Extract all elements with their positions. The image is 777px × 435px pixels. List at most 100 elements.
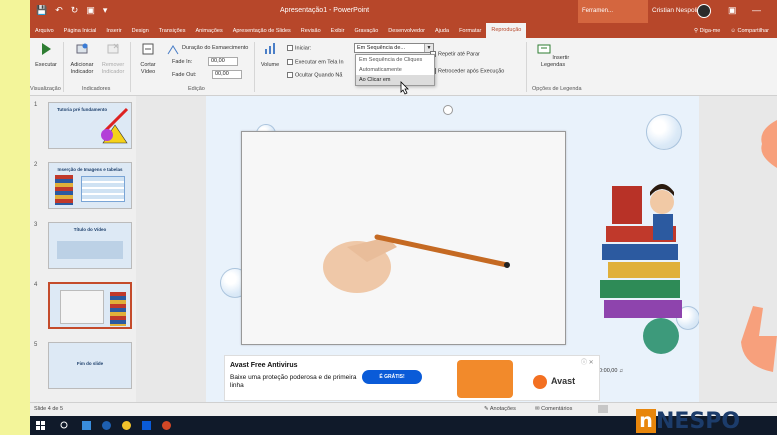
start-select-value: Em Sequência de... — [357, 45, 406, 51]
group-bookmarks-label: Indicadores — [82, 86, 111, 92]
ad-banner[interactable]: Avast Free Antivirus Baixe uma proteção … — [224, 355, 600, 401]
remove-bookmark-button[interactable]: Remover Indicador — [98, 42, 128, 76]
start-presentation-icon[interactable]: ▣ — [86, 5, 95, 16]
tab-playback[interactable]: Reprodução — [486, 23, 527, 38]
option-automatically[interactable]: Automaticamente — [356, 65, 434, 75]
books-illustration — [600, 184, 682, 318]
undo-icon[interactable]: ↶ — [55, 5, 63, 16]
slide-number: 4 — [34, 282, 38, 288]
save-icon[interactable]: 💾 — [36, 5, 47, 16]
search-icon[interactable] — [60, 421, 69, 430]
tab-review[interactable]: Revisão — [296, 28, 326, 34]
video-frame[interactable] — [241, 131, 566, 345]
start-checkbox[interactable] — [287, 45, 293, 51]
store-icon[interactable] — [142, 421, 151, 430]
tab-help[interactable]: Ajuda — [430, 28, 454, 34]
decoration-graphic — [761, 120, 777, 168]
slide-thumbnail-2[interactable]: Inserção de Imagens e tabelas — [48, 162, 132, 209]
volume-icon — [265, 43, 275, 54]
tab-animations[interactable]: Animações — [190, 28, 227, 34]
tab-recording[interactable]: Gravação — [349, 28, 383, 34]
group-editing-label: Edição — [188, 86, 205, 92]
books-graphic — [55, 175, 73, 205]
slide-thumbnail-title: Fim do slide — [76, 361, 104, 366]
slide-number: 2 — [34, 162, 38, 168]
slide-count: Slide 4 de 5 — [34, 406, 64, 412]
redo-icon[interactable]: ↻ — [71, 5, 79, 16]
slide-thumbnail-4[interactable] — [48, 282, 132, 329]
fade-duration-label: Duração do Esmaecimento — [182, 45, 249, 51]
option-when-clicked-on[interactable]: Ao Clicar em — [356, 75, 434, 85]
watermark-letter: n — [636, 409, 656, 433]
trim-video-button[interactable]: Cortar Vídeo — [133, 42, 163, 76]
menu-bar: Arquivo Página Inicial Inserir Design Tr… — [30, 23, 777, 38]
comments-button[interactable]: ✉ Comentários — [535, 406, 572, 412]
table-graphic — [81, 176, 125, 202]
rotate-handle-icon[interactable] — [443, 105, 453, 115]
loop-label: Repetir até Parar — [438, 51, 480, 58]
fullscreen-row[interactable]: Executar em Tela In — [287, 59, 344, 65]
tab-developer[interactable]: Desenvolvedor — [383, 28, 430, 34]
remove-bookmark-icon — [107, 43, 119, 54]
captions-icon — [537, 44, 551, 54]
tab-design[interactable]: Design — [127, 28, 154, 34]
trim-video-label: Cortar Vídeo — [140, 62, 156, 75]
tab-view[interactable]: Exibir — [326, 28, 350, 34]
ad-close-icon[interactable]: ⓘ ✕ — [581, 357, 594, 366]
fade-in-label: Fade In: — [172, 59, 193, 65]
ad-cta-button[interactable]: É GRÁTIS! — [362, 370, 422, 384]
notes-button[interactable]: ✎ Anotações — [484, 406, 516, 412]
hide-row[interactable]: Ocultar Quando Nã — [287, 72, 342, 78]
powerpoint-icon[interactable] — [162, 421, 171, 430]
normal-view-icon[interactable] — [598, 405, 608, 413]
slide-number: 5 — [34, 342, 38, 348]
hide-checkbox[interactable] — [287, 72, 293, 78]
task-view-icon[interactable] — [82, 421, 91, 430]
rewind-row[interactable]: Retroceder após Execução — [430, 68, 504, 74]
insert-captions-button[interactable]: Insertir Legendas — [530, 42, 576, 69]
avatar[interactable] — [697, 4, 711, 18]
start-row: Iniciar: — [287, 45, 311, 51]
start-select[interactable]: Em Sequência de... ▼ — [354, 43, 434, 53]
slide-thumbnail-3[interactable]: Título do Vídeo — [48, 222, 132, 269]
tab-transitions[interactable]: Transições — [154, 28, 191, 34]
slide-thumbnail-title: Título do Vídeo — [73, 227, 107, 232]
ad-body: Baixe uma proteção poderosa e de primeir… — [230, 374, 357, 389]
play-button[interactable]: Executar — [31, 42, 61, 69]
user-name[interactable]: Cristian Nespoli — [652, 7, 698, 14]
tab-slide-show[interactable]: Apresentação de Slides — [228, 28, 296, 34]
tab-file[interactable]: Arquivo — [30, 28, 59, 34]
ribbon-display-icon[interactable]: ▣ — [728, 5, 737, 16]
add-bookmark-button[interactable]: Adicionar Indicador — [66, 42, 98, 76]
minimize-icon[interactable]: — — [752, 5, 761, 15]
tab-home[interactable]: Página Inicial — [59, 28, 102, 34]
remove-bookmark-label: Remover Indicador — [101, 62, 125, 75]
chrome-icon[interactable] — [122, 421, 131, 430]
windows-start-icon[interactable] — [36, 421, 45, 430]
tell-me-label: Diga-me — [699, 27, 721, 34]
shapes-graphic — [101, 107, 129, 144]
tab-insert[interactable]: Inserir — [101, 28, 126, 34]
slide-thumbnails-pane: 1 Tutoria pré fundamento 2 Inserção de I… — [30, 96, 136, 402]
fade-out-input[interactable]: 00,00 — [212, 70, 242, 79]
slide-thumbnail-1[interactable]: Tutoria pré fundamento — [48, 102, 132, 149]
volume-label: Volume — [260, 62, 280, 68]
tell-me-search[interactable]: ⚲ Diga-me — [694, 28, 720, 34]
watermark-text: NESPO — [656, 409, 741, 434]
fullscreen-checkbox[interactable] — [287, 59, 293, 65]
option-on-click-sequence[interactable]: Em Sequência de Cliques — [356, 55, 434, 65]
volume-button[interactable]: Volume — [257, 42, 283, 69]
customize-toolbar-icon[interactable]: ▾ — [103, 5, 108, 16]
group-preview-label: Visualização — [30, 86, 61, 92]
trim-video-icon — [142, 43, 154, 55]
tab-format[interactable]: Formatar — [454, 28, 486, 34]
hide-label: Ocultar Quando Nã — [295, 72, 343, 79]
fade-in-input[interactable]: 00,00 — [208, 57, 238, 66]
slide-thumbnail-5[interactable]: Fim do slide — [48, 342, 132, 389]
edge-icon[interactable] — [102, 421, 111, 430]
share-button[interactable]: ☺ Compartilhar — [730, 28, 769, 34]
video-frame-graphic — [57, 241, 123, 259]
loop-row[interactable]: Repetir até Parar — [430, 51, 480, 57]
ad-image — [457, 360, 513, 398]
pointing-hand-graphic — [741, 306, 777, 372]
